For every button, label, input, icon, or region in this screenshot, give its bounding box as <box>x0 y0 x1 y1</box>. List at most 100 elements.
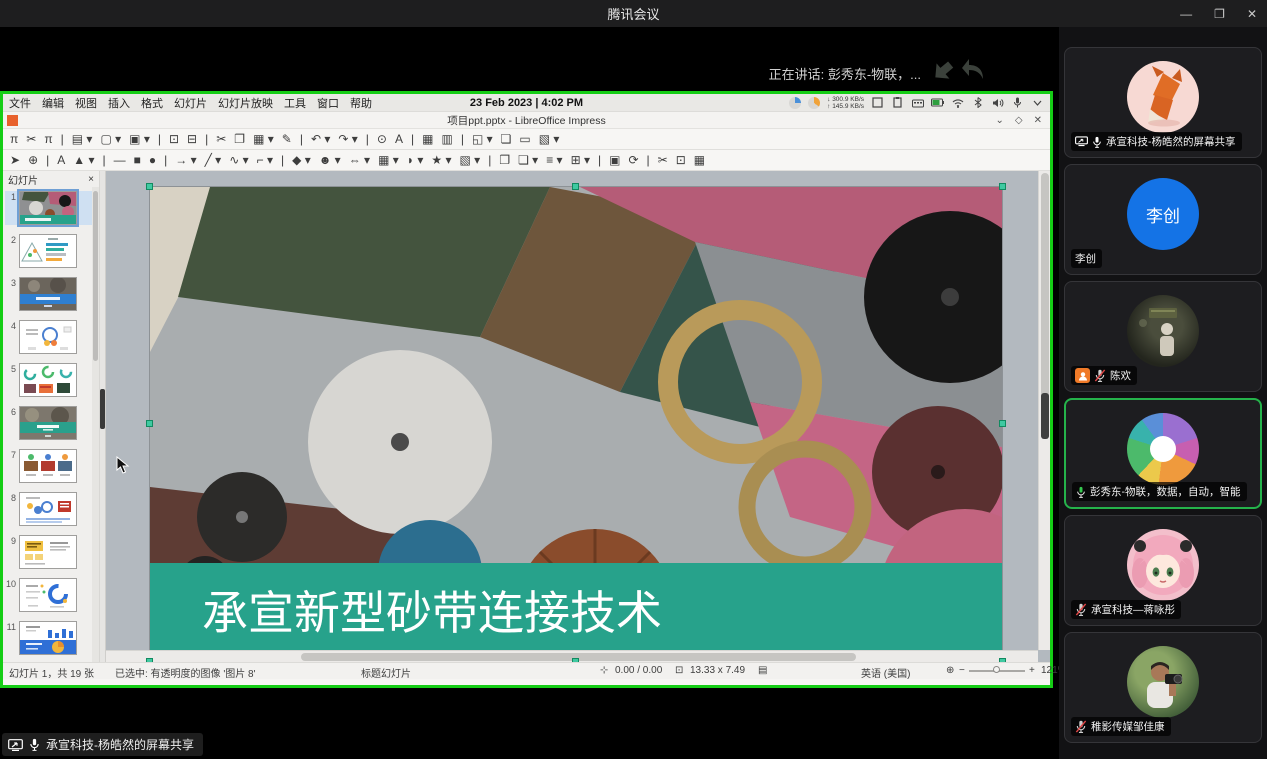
separator[interactable]: | <box>366 133 369 145</box>
volume-icon[interactable] <box>991 96 1004 109</box>
sidebar-toggle-handle[interactable] <box>1041 393 1049 439</box>
separator[interactable]: | <box>61 133 64 145</box>
find-replace-icon[interactable]: ⊙ <box>377 133 387 145</box>
display-view-icon[interactable]: ◱ ▾ <box>472 133 493 145</box>
select-icon[interactable]: ➤ <box>10 154 20 166</box>
pi-macro-icon[interactable]: π <box>10 133 18 145</box>
slide-thumbnail-9[interactable]: 9 <box>5 535 99 569</box>
menu-item[interactable]: 视图 <box>75 95 97 111</box>
paste-icon[interactable]: ▦ ▾ <box>253 133 274 145</box>
align-icon[interactable]: ❏ ▾ <box>518 154 538 166</box>
menu-item[interactable]: 工具 <box>284 95 306 111</box>
separator[interactable]: | <box>461 133 464 145</box>
bluetooth-icon[interactable] <box>971 96 984 109</box>
menu-item[interactable]: 帮助 <box>350 95 372 111</box>
participant-tile-sharer[interactable]: 承宣科技-杨皓然的屏幕共享 <box>1064 47 1262 158</box>
zoom-slider-knob[interactable] <box>993 666 1000 673</box>
separator[interactable]: | <box>205 133 208 145</box>
image-mode-icon[interactable]: ▦ <box>694 154 705 166</box>
separator[interactable]: | <box>411 133 414 145</box>
slide-page[interactable]: 承宣新型砂带连接技术 <box>150 187 1002 661</box>
export-pdf-icon[interactable]: ⊡ <box>169 133 179 145</box>
slide-layout-icon[interactable]: ▧ ▾ <box>539 133 560 145</box>
separator[interactable]: | <box>647 154 650 166</box>
participant-tile-chenhuan[interactable]: 陈欢 <box>1064 281 1262 392</box>
star-shapes-icon[interactable]: ★ ▾ <box>431 154 451 166</box>
close-button[interactable]: ✕ <box>1247 7 1257 21</box>
slide-thumbnail-2[interactable]: 2 <box>5 234 99 268</box>
separator[interactable]: | <box>598 154 601 166</box>
zoom-in-button[interactable]: + <box>1029 665 1035 676</box>
transformations-icon[interactable]: ⟳ <box>628 154 638 166</box>
curve-icon[interactable]: ∿ ▾ <box>229 154 248 166</box>
selection-handle-tl[interactable] <box>146 183 153 190</box>
cut-icon[interactable]: ✂ <box>216 133 226 145</box>
menu-item[interactable]: 插入 <box>108 95 130 111</box>
slide-panel-close-icon[interactable]: × <box>88 174 94 185</box>
slide-thumbnail-5[interactable]: 5 <box>5 363 99 397</box>
impress-maximize-button[interactable]: ◇ <box>1015 115 1023 126</box>
arrange-icon[interactable]: ≡ ▾ <box>546 154 562 166</box>
filter-icon[interactable]: ⊡ <box>676 154 686 166</box>
line-freeform-icon[interactable]: ╱ ▾ <box>205 154 222 166</box>
new-document-icon[interactable]: ▤ ▾ <box>72 133 93 145</box>
slide-thumbnail-11[interactable]: 11 <box>5 621 99 655</box>
microphone-tray-icon[interactable] <box>1011 96 1024 109</box>
unsaved-changes-icon[interactable]: ▤ <box>758 665 767 676</box>
pi-settings-icon[interactable]: π <box>44 133 52 145</box>
separator[interactable]: | <box>281 154 284 166</box>
selection-handle-mr[interactable] <box>999 420 1006 427</box>
slide-thumbnail-7[interactable]: 7 <box>5 449 99 483</box>
snap-guides-icon[interactable]: ▥ <box>441 133 452 145</box>
menu-item[interactable]: 窗口 <box>317 95 339 111</box>
menu-item[interactable]: 幻灯片放映 <box>218 95 273 111</box>
selection-handle-tm[interactable] <box>572 183 579 190</box>
maximize-button[interactable]: ❐ <box>1214 7 1225 21</box>
participant-tile-jiangyongtong[interactable]: 承宣科技—蒋咏彤 <box>1064 515 1262 626</box>
slide-canvas[interactable]: 承宣新型砂带连接技术 <box>106 171 1050 662</box>
slide-thumbnail-1[interactable]: 1 <box>5 191 99 225</box>
slide-panel-scrollbar[interactable] <box>92 187 99 662</box>
workspace-icon[interactable] <box>871 96 884 109</box>
macro-cut-icon[interactable]: ✂ <box>26 133 36 145</box>
fill-color-icon[interactable]: ▲ ▾ <box>73 154 94 166</box>
keyboard-icon[interactable] <box>911 96 924 109</box>
open-file-icon[interactable]: ▢ ▾ <box>100 133 121 145</box>
master-slide-icon[interactable]: ❏ <box>501 133 512 145</box>
separator[interactable]: | <box>488 154 491 166</box>
block-arrows-icon[interactable]: ⇔ ▾ <box>349 154 370 166</box>
separator[interactable]: | <box>164 154 167 166</box>
zoom-out-button[interactable]: − <box>959 665 965 676</box>
crop-image-icon[interactable]: ✂ <box>658 154 668 166</box>
basic-shapes-icon[interactable]: ◆ ▾ <box>292 154 311 166</box>
battery-icon[interactable] <box>931 96 944 109</box>
impress-minimize-button[interactable]: ⌄ <box>996 115 1004 126</box>
separator[interactable]: | <box>300 133 303 145</box>
wifi-icon[interactable] <box>951 96 964 109</box>
impress-close-button[interactable]: ✕ <box>1034 115 1042 126</box>
spelling-icon[interactable]: A <box>395 133 403 145</box>
separator[interactable]: | <box>158 133 161 145</box>
participant-tile-zoujiakang[interactable]: 稚影传媒邹佳康 <box>1064 632 1262 743</box>
slide-thumbnail-4[interactable]: 4 <box>5 320 99 354</box>
participant-tile-lichuang[interactable]: 李创 李创 <box>1064 164 1262 275</box>
table-icon[interactable]: ▦ ▾ <box>378 154 399 166</box>
menu-item[interactable]: 编辑 <box>42 95 64 111</box>
slide-thumbnail-6[interactable]: 6 <box>5 406 99 440</box>
vertical-scrollbar[interactable] <box>1038 171 1050 650</box>
selection-handle-br[interactable] <box>999 658 1006 662</box>
duplicate-slide-icon[interactable]: ▭ <box>519 133 530 145</box>
zoom-pan-icon[interactable]: ⊕ <box>28 154 38 166</box>
clipboard-icon[interactable] <box>891 96 904 109</box>
3d-objects-icon[interactable]: ▧ ▾ <box>460 154 481 166</box>
participant-tile-pengxiudong[interactable]: 彭秀东-物联，数据，自动，智能 <box>1064 398 1262 509</box>
status-master-slide[interactable]: 标题幻灯片 <box>361 665 411 680</box>
rectangle-icon[interactable]: ■ <box>134 154 141 166</box>
ellipse-icon[interactable]: ● <box>149 154 156 166</box>
symbol-shapes-icon[interactable]: ☻ ▾ <box>319 154 341 166</box>
connector-icon[interactable]: ⌐ ▾ <box>257 154 273 166</box>
redo-icon[interactable]: ↷ ▾ <box>338 133 357 145</box>
slide-thumbnail-10[interactable]: 10 <box>5 578 99 612</box>
copy-icon[interactable]: ❐ <box>234 133 245 145</box>
minimize-button[interactable]: — <box>1180 7 1192 21</box>
